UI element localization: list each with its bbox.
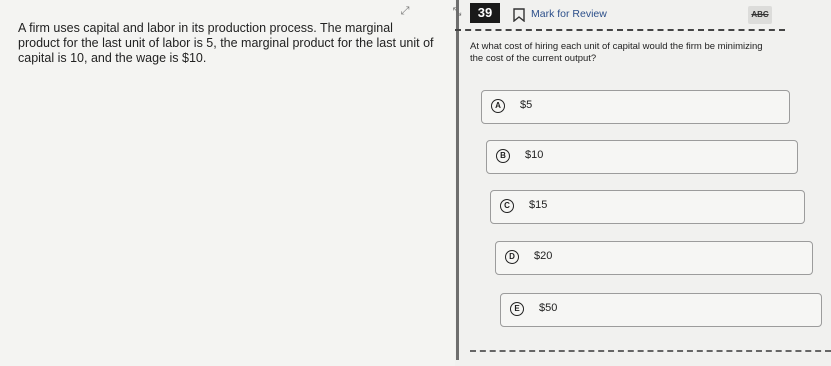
option-letter-a: A (491, 99, 505, 113)
header-divider (455, 29, 785, 31)
passage-pane: ⤢ A firm uses capital and labor in its p… (0, 0, 455, 366)
passage-text: A firm uses capital and labor in its pro… (18, 21, 434, 65)
option-letter-d: D (505, 250, 519, 264)
option-letter-e: E (510, 302, 524, 316)
expand-icon[interactable]: ⤢ (398, 4, 412, 18)
footer-divider (470, 350, 831, 352)
bookmark-icon[interactable] (513, 8, 525, 22)
option-letter-c: C (500, 199, 514, 213)
option-c[interactable]: C $15 (490, 190, 805, 224)
collapse-icon[interactable]: ⤡ (450, 5, 464, 19)
option-d[interactable]: D $20 (495, 241, 813, 275)
option-letter-b: B (496, 149, 510, 163)
question-number-badge: 39 (470, 3, 500, 23)
option-a[interactable]: A $5 (481, 90, 790, 124)
mark-for-review-button[interactable]: Mark for Review (531, 8, 607, 20)
option-e[interactable]: E $50 (500, 293, 822, 327)
question-stem: At what cost of hiring each unit of capi… (470, 41, 763, 64)
option-text-d: $20 (534, 250, 553, 262)
answer-eliminator-icon[interactable]: ABC (748, 6, 772, 24)
option-text-c: $15 (529, 199, 548, 211)
pane-divider[interactable] (456, 0, 459, 360)
option-text-a: $5 (520, 99, 533, 111)
option-text-b: $10 (525, 149, 544, 161)
option-text-e: $50 (539, 302, 558, 314)
option-b[interactable]: B $10 (486, 140, 798, 174)
